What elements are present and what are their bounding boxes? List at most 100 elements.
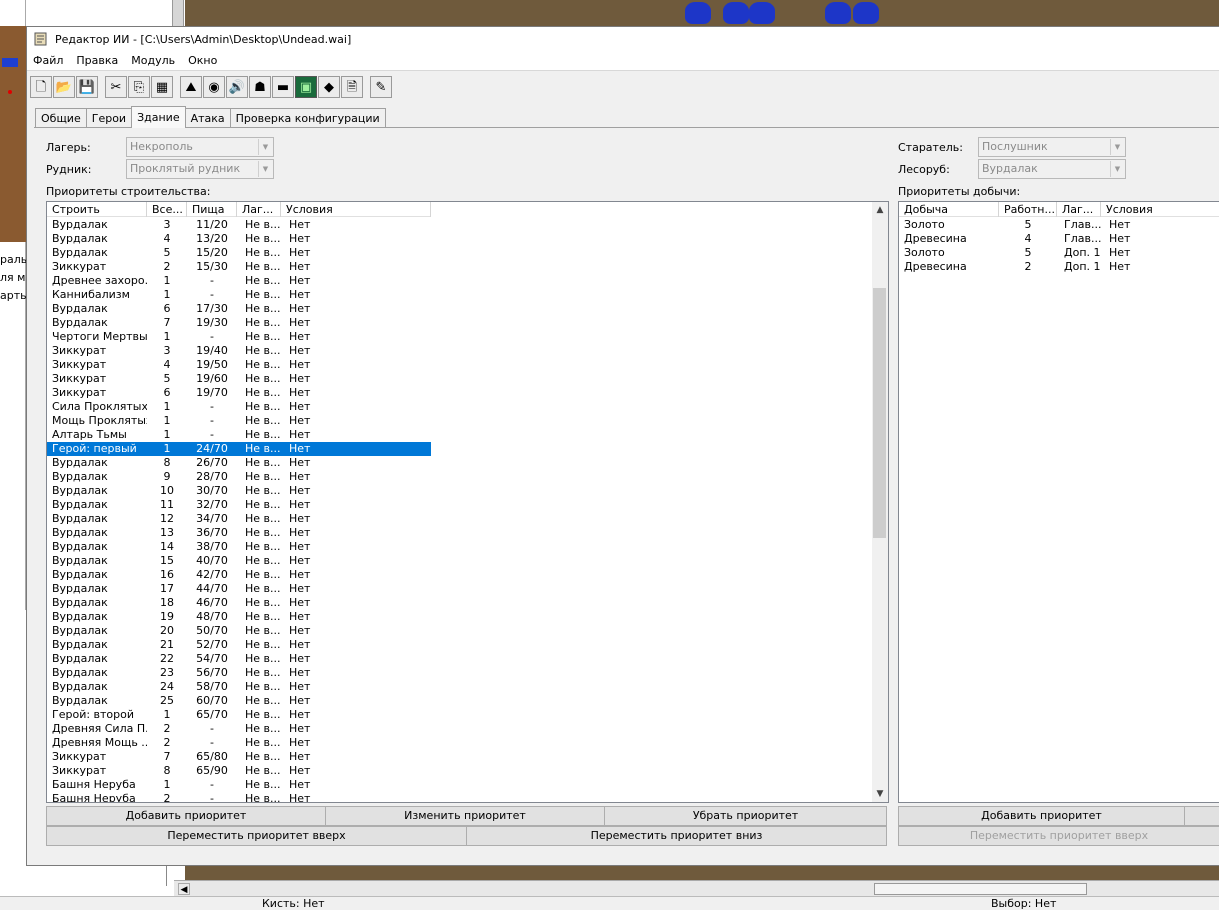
mine-select[interactable]: Проклятый рудник ▼ bbox=[126, 159, 274, 179]
table-row[interactable]: Древнее захоро... 1 - Не в... Нет bbox=[47, 274, 431, 288]
table-row[interactable]: Вурдалак 9 28/70 Не в... Нет bbox=[47, 470, 431, 484]
map-horizontal-scrollbar[interactable]: ◀ bbox=[174, 880, 1219, 896]
column-header-total[interactable]: Все... bbox=[147, 202, 187, 217]
column-header-camp[interactable]: Лаг... bbox=[237, 202, 281, 217]
table-row[interactable]: Древняя Сила П... 2 - Не в... Нет bbox=[47, 722, 431, 736]
unit-icon[interactable]: ▬ bbox=[272, 76, 294, 98]
menu-file[interactable]: Файл bbox=[33, 54, 63, 67]
lumber-select[interactable]: Вурдалак ▼ bbox=[978, 159, 1126, 179]
table-row[interactable]: Вурдалак 23 56/70 Не в... Нет bbox=[47, 666, 431, 680]
column-header-resource[interactable]: Добыча bbox=[899, 202, 999, 217]
table-row[interactable]: Вурдалак 24 58/70 Не в... Нет bbox=[47, 680, 431, 694]
hero-icon[interactable]: ☗ bbox=[249, 76, 271, 98]
table-row[interactable]: Алтарь Тьмы 1 - Не в... Нет bbox=[47, 428, 431, 442]
tower-icon[interactable]: ◆ bbox=[318, 76, 340, 98]
gold-icon[interactable]: ◉ bbox=[203, 76, 225, 98]
move-priority-down-button[interactable]: Переместить приоритет вниз bbox=[466, 826, 887, 846]
new-file-icon[interactable]: 🗋 bbox=[30, 76, 52, 98]
sound-icon[interactable]: 🔊 bbox=[226, 76, 248, 98]
harvest-next-button[interactable] bbox=[1184, 806, 1219, 826]
save-icon[interactable]: 💾 bbox=[76, 76, 98, 98]
table-row[interactable]: Вурдалак 11 32/70 Не в... Нет bbox=[47, 498, 431, 512]
table-row[interactable]: Вурдалак 5 15/20 Не в... Нет bbox=[47, 246, 431, 260]
race-icon[interactable]: ⛰ bbox=[180, 76, 202, 98]
table-row[interactable]: Древесина 4 Глав... Нет bbox=[899, 232, 1219, 246]
edit-priority-button[interactable]: Изменить приоритет bbox=[325, 806, 605, 826]
worker-select[interactable]: Послушник ▼ bbox=[978, 137, 1126, 157]
scroll-left-icon[interactable]: ◀ bbox=[178, 883, 190, 895]
table-row[interactable]: Вурдалак 17 44/70 Не в... Нет bbox=[47, 582, 431, 596]
table-row[interactable]: Зиккурат 4 19/50 Не в... Нет bbox=[47, 358, 431, 372]
table-row[interactable]: Вурдалак 10 30/70 Не в... Нет bbox=[47, 484, 431, 498]
harvest-priorities-list[interactable]: Добыча Работн... Лаг... Условия Золото 5 Г… bbox=[898, 201, 1219, 803]
table-row[interactable]: Зиккурат 2 15/30 Не в... Нет bbox=[47, 260, 431, 274]
table-row[interactable]: Древесина 2 Доп. 1 Нет bbox=[899, 260, 1219, 274]
table-row[interactable]: Каннибализм 1 - Не в... Нет bbox=[47, 288, 431, 302]
column-header-build[interactable]: Строить bbox=[47, 202, 147, 217]
table-row[interactable]: Вурдалак 13 36/70 Не в... Нет bbox=[47, 526, 431, 540]
column-header-workers[interactable]: Работн... bbox=[999, 202, 1057, 217]
camp-select[interactable]: Некрополь ▼ bbox=[126, 137, 274, 157]
table-row[interactable]: Вурдалак 14 38/70 Не в... Нет bbox=[47, 540, 431, 554]
column-header-food[interactable]: Пища bbox=[187, 202, 237, 217]
table-row[interactable]: Вурдалак 19 48/70 Не в... Нет bbox=[47, 610, 431, 624]
menu-module[interactable]: Модуль bbox=[131, 54, 175, 67]
table-row[interactable]: Древняя Мощь ... 2 - Не в... Нет bbox=[47, 736, 431, 750]
window-titlebar[interactable]: Редактор ИИ - [C:\Users\Admin\Desktop\Un… bbox=[27, 27, 1219, 51]
new-doc-icon[interactable]: 🗎 bbox=[341, 76, 363, 98]
table-row[interactable]: Мощь Проклятых 1 - Не в... Нет bbox=[47, 414, 431, 428]
table-row[interactable]: Вурдалак 6 17/30 Не в... Нет bbox=[47, 302, 431, 316]
table-row[interactable]: Вурдалак 15 40/70 Не в... Нет bbox=[47, 554, 431, 568]
table-row[interactable]: Золото 5 Глав... Нет bbox=[899, 218, 1219, 232]
tab-general[interactable]: Общие bbox=[35, 108, 87, 128]
table-row[interactable]: Зиккурат 5 19/60 Не в... Нет bbox=[47, 372, 431, 386]
table-row[interactable]: Вурдалак 3 11/20 Не в... Нет bbox=[47, 218, 431, 232]
table-row[interactable]: Сила Проклятых 1 - Не в... Нет bbox=[47, 400, 431, 414]
tab-building[interactable]: Здание bbox=[131, 106, 186, 128]
building-icon[interactable]: ▣ bbox=[295, 76, 317, 98]
tab-attack[interactable]: Атака bbox=[184, 108, 231, 128]
move-priority-up-button[interactable]: Переместить приоритет вверх bbox=[46, 826, 467, 846]
tab-heroes[interactable]: Герои bbox=[85, 108, 133, 128]
column-header-conditions[interactable]: Условия bbox=[281, 202, 431, 217]
remove-priority-button[interactable]: Убрать приоритет bbox=[604, 806, 887, 826]
table-row[interactable]: Герой: первый 1 24/70 Не в... Нет bbox=[47, 442, 431, 456]
open-folder-icon[interactable]: 📂 bbox=[53, 76, 75, 98]
edit-icon[interactable]: ✎ bbox=[370, 76, 392, 98]
table-row[interactable]: Золото 5 Доп. 1 Нет bbox=[899, 246, 1219, 260]
table-row[interactable]: Зиккурат 6 19/70 Не в... Нет bbox=[47, 386, 431, 400]
menu-edit[interactable]: Правка bbox=[76, 54, 118, 67]
paste-icon[interactable]: ▦ bbox=[151, 76, 173, 98]
table-row[interactable]: Вурдалак 8 26/70 Не в... Нет bbox=[47, 456, 431, 470]
scroll-up-icon[interactable]: ▲ bbox=[872, 202, 888, 218]
table-row[interactable]: Вурдалак 20 50/70 Не в... Нет bbox=[47, 624, 431, 638]
table-row[interactable]: Вурдалак 25 60/70 Не в... Нет bbox=[47, 694, 431, 708]
scroll-thumb[interactable] bbox=[874, 883, 1087, 895]
table-row[interactable]: Башня Неруба 2 - Не в... Нет bbox=[47, 792, 431, 802]
table-row[interactable]: Вурдалак 22 54/70 Не в... Нет bbox=[47, 652, 431, 666]
background-splitter[interactable] bbox=[172, 0, 184, 26]
table-row[interactable]: Вурдалак 4 13/20 Не в... Нет bbox=[47, 232, 431, 246]
build-list-scrollbar[interactable]: ▲ ▼ bbox=[872, 202, 888, 802]
copy-icon[interactable]: ⎘ bbox=[128, 76, 150, 98]
menu-window[interactable]: Окно bbox=[188, 54, 217, 67]
scroll-down-icon[interactable]: ▼ bbox=[872, 786, 888, 802]
table-row[interactable]: Зиккурат 7 65/80 Не в... Нет bbox=[47, 750, 431, 764]
table-row[interactable]: Герой: второй 1 65/70 Не в... Нет bbox=[47, 708, 431, 722]
table-row[interactable]: Вурдалак 12 34/70 Не в... Нет bbox=[47, 512, 431, 526]
table-row[interactable]: Вурдалак 21 52/70 Не в... Нет bbox=[47, 638, 431, 652]
table-row[interactable]: Зиккурат 3 19/40 Не в... Нет bbox=[47, 344, 431, 358]
column-header-conditions[interactable]: Условия bbox=[1101, 202, 1219, 217]
table-row[interactable]: Вурдалак 18 46/70 Не в... Нет bbox=[47, 596, 431, 610]
scroll-thumb[interactable] bbox=[873, 288, 886, 538]
column-header-camp[interactable]: Лаг... bbox=[1057, 202, 1101, 217]
build-priorities-list[interactable]: Строить Все... Пища Лаг... Условия Вурда… bbox=[46, 201, 889, 803]
table-row[interactable]: Чертоги Мертвых 1 - Не в... Нет bbox=[47, 330, 431, 344]
add-harvest-priority-button[interactable]: Добавить приоритет bbox=[898, 806, 1185, 826]
table-row[interactable]: Вурдалак 7 19/30 Не в... Нет bbox=[47, 316, 431, 330]
add-priority-button[interactable]: Добавить приоритет bbox=[46, 806, 326, 826]
table-row[interactable]: Зиккурат 8 65/90 Не в... Нет bbox=[47, 764, 431, 778]
table-row[interactable]: Башня Неруба 1 - Не в... Нет bbox=[47, 778, 431, 792]
cut-icon[interactable]: ✂ bbox=[105, 76, 127, 98]
table-row[interactable]: Вурдалак 16 42/70 Не в... Нет bbox=[47, 568, 431, 582]
